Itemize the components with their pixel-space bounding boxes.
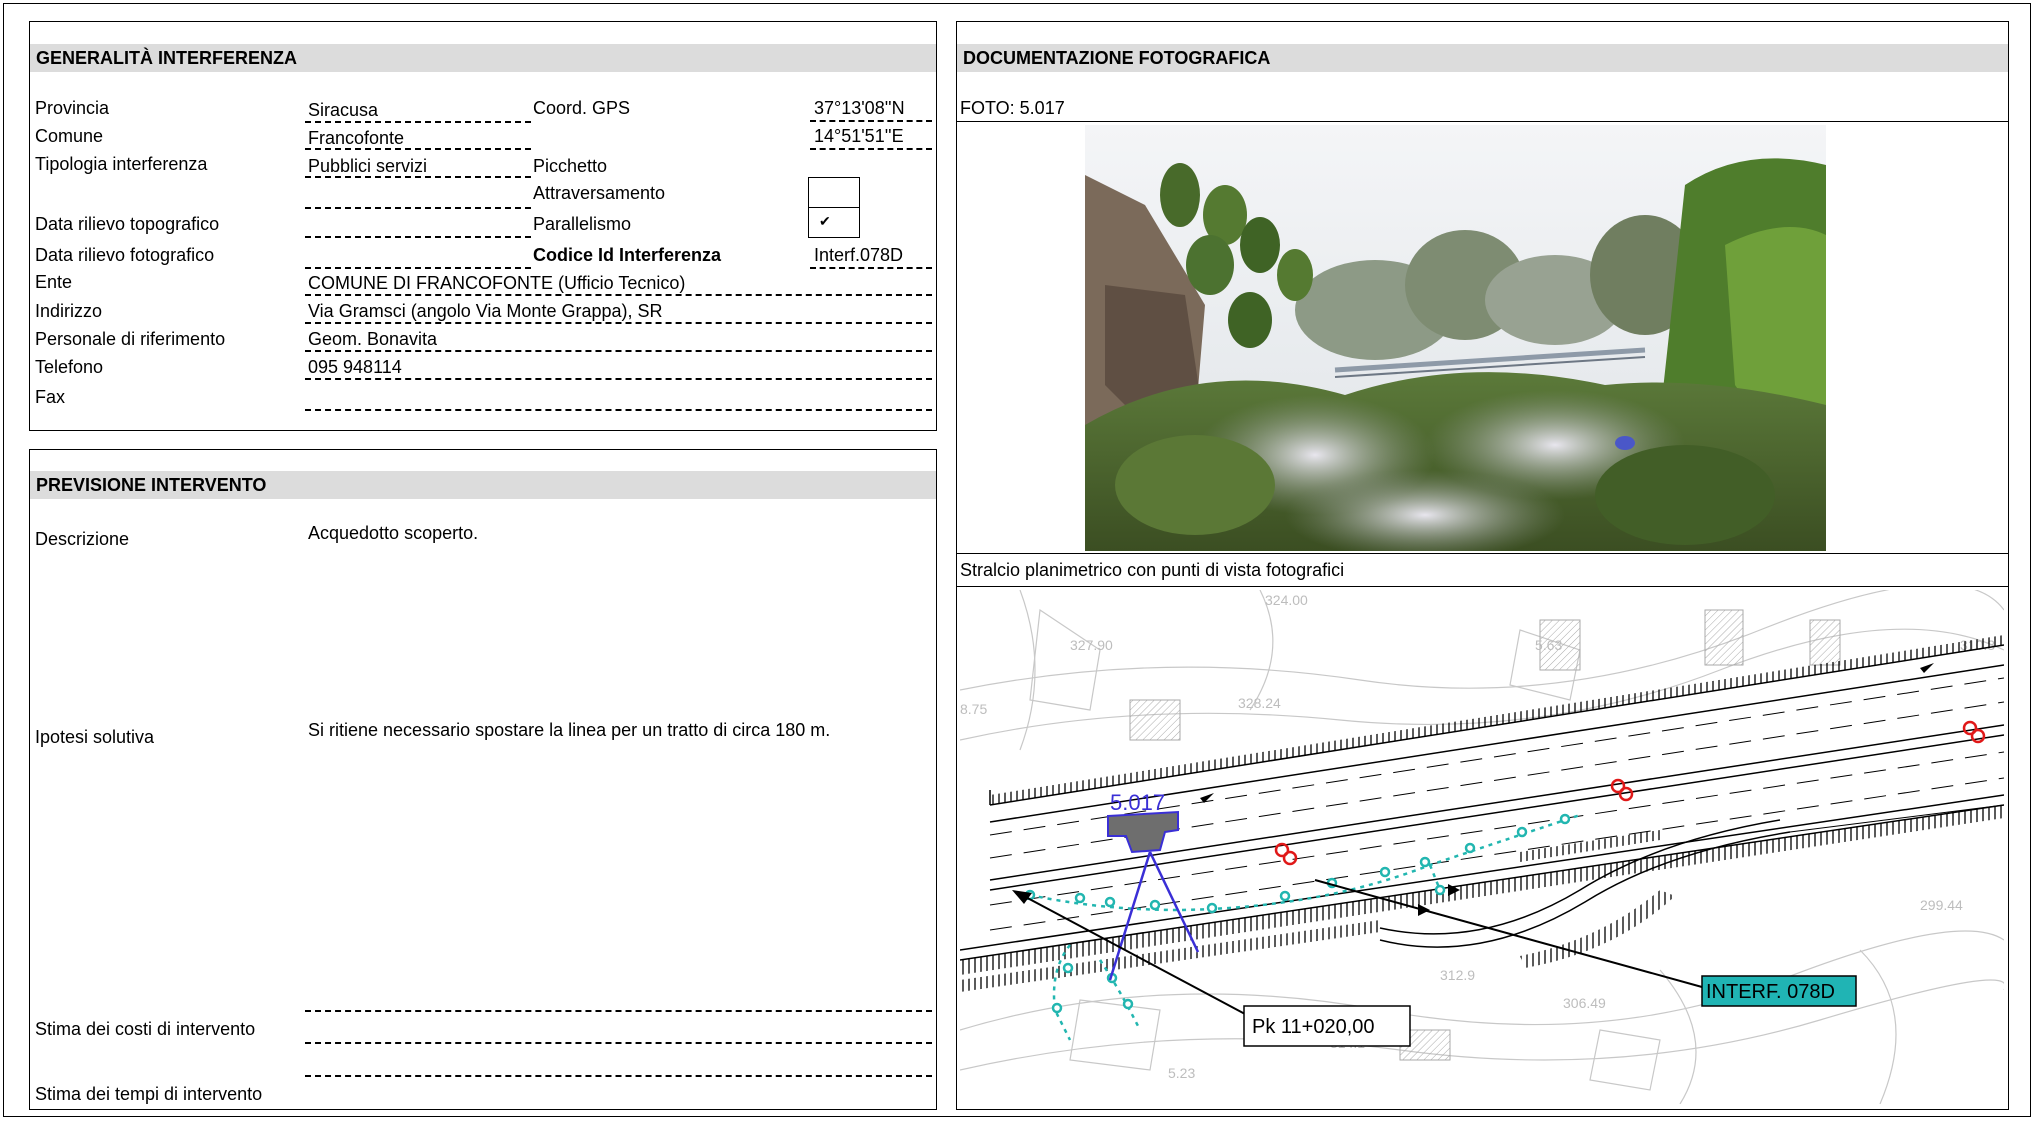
foto-divider xyxy=(957,121,2008,122)
data-foto-line xyxy=(305,267,531,269)
costi-line xyxy=(305,1042,932,1044)
data-topo-line xyxy=(305,236,531,238)
tipologia-value: Pubblici servizi xyxy=(308,156,428,176)
spot-height-10: 5.63 xyxy=(1535,637,1562,653)
provincia-line xyxy=(305,121,531,123)
costi-label: Stima dei costi di intervento xyxy=(35,1019,256,1039)
documentazione-title: DOCUMENTAZIONE FOTOGRAFICA xyxy=(957,44,2008,72)
interference-label-text: INTERF. 078D xyxy=(1706,981,1835,1003)
site-photo xyxy=(1085,125,1826,551)
ente-value: COMUNE DI FRANCOFONTE (Ufficio Tecnico) xyxy=(308,273,686,293)
indirizzo-line xyxy=(305,322,932,324)
codice-line xyxy=(810,267,932,269)
descrizione-value: Acquedotto scoperto. xyxy=(308,523,479,543)
ipotesi-value: Si ritiene necessario spostare la linea … xyxy=(308,720,831,740)
picchetto-label: Picchetto xyxy=(533,156,608,176)
pk-label-text: Pk 11+020,00 xyxy=(1252,1016,1375,1038)
ente-label: Ente xyxy=(35,272,73,292)
spot-height-4: 312.9 xyxy=(1440,967,1475,983)
comune-value: Francofonte xyxy=(308,128,405,148)
personale-line xyxy=(305,350,932,352)
personale-value: Geom. Bonavita xyxy=(308,329,438,349)
telefono-value: 095 948114 xyxy=(308,357,402,377)
photo-point-label: 5.017 xyxy=(1110,790,1165,815)
stralcio-label: Stralcio planimetrico con punti di vista… xyxy=(960,560,1345,580)
data-topo-line-upper xyxy=(305,207,531,209)
comune-line xyxy=(305,148,531,150)
spot-height-1: 327.90 xyxy=(1070,637,1113,653)
data-foto-label: Data rilievo fotografico xyxy=(35,245,215,265)
interference-label: INTERF. 078D xyxy=(1701,975,1857,1007)
gps-lon-line xyxy=(810,148,932,150)
stralcio-divider xyxy=(957,586,2008,587)
spot-height-8: 8.75 xyxy=(960,701,987,717)
generalita-panel: GENERALITÀ INTERFERENZA Provincia Siracu… xyxy=(29,21,937,431)
personale-label: Personale di riferimento xyxy=(35,329,226,349)
fax-line xyxy=(305,409,932,411)
parallelismo-checkbox[interactable]: ✔ xyxy=(808,207,860,238)
photo-divider xyxy=(957,553,2008,554)
pk-label: Pk 11+020,00 xyxy=(1243,1005,1411,1047)
foto-label: FOTO: 5.017 xyxy=(960,98,1065,118)
data-topo-label: Data rilievo topografico xyxy=(35,214,220,234)
generalita-title: GENERALITÀ INTERFERENZA xyxy=(30,44,936,72)
previsione-panel: PREVISIONE INTERVENTO Descrizione Acqued… xyxy=(29,449,937,1110)
parallelismo-label: Parallelismo xyxy=(533,214,632,234)
descrizione-label: Descrizione xyxy=(35,529,130,549)
spot-height-9: 299.44 xyxy=(1920,897,1963,913)
gps-lat-value: 37°13'08''N xyxy=(814,98,905,118)
tipologia-label: Tipologia interferenza xyxy=(35,154,208,174)
tipologia-line xyxy=(305,176,531,178)
gps-label: Coord. GPS xyxy=(533,98,631,118)
provincia-value: Siracusa xyxy=(308,100,379,120)
fax-label: Fax xyxy=(35,387,66,407)
indirizzo-label: Indirizzo xyxy=(35,301,103,321)
codice-value: Interf.078D xyxy=(814,245,904,265)
tempi-label: Stima dei tempi di intervento xyxy=(35,1084,263,1104)
spot-height-5: 306.49 xyxy=(1563,995,1606,1011)
spot-height-7: 5.23 xyxy=(1168,1065,1195,1081)
documentazione-panel: DOCUMENTAZIONE FOTOGRAFICA FOTO: 5.017 S… xyxy=(956,21,2009,1110)
check-icon: ✔ xyxy=(819,213,831,229)
interf-leader xyxy=(1314,879,1703,988)
codice-label: Codice Id Interferenza xyxy=(533,245,722,265)
spot-height-2: 324.00 xyxy=(1265,592,1308,608)
indirizzo-value: Via Gramsci (angolo Via Monte Grappa), S… xyxy=(308,301,663,321)
telefono-label: Telefono xyxy=(35,357,104,377)
ipotesi-label: Ipotesi solutiva xyxy=(35,727,155,747)
gps-lat-line xyxy=(810,120,932,122)
costi-line-upper xyxy=(305,1010,932,1012)
telefono-line xyxy=(305,378,932,380)
site-map: 327.90 324.00 328.24 312.9 306.49 314.1 … xyxy=(960,590,2004,1104)
provincia-label: Provincia xyxy=(35,98,110,118)
comune-label: Comune xyxy=(35,126,104,146)
attraversamento-label: Attraversamento xyxy=(533,183,666,203)
tempi-line-upper xyxy=(305,1075,932,1077)
ente-line xyxy=(305,294,932,296)
previsione-title: PREVISIONE INTERVENTO xyxy=(30,471,936,499)
attraversamento-checkbox[interactable] xyxy=(808,177,860,208)
gps-lon-value: 14°51'51''E xyxy=(814,126,904,146)
spot-height-3: 328.24 xyxy=(1238,695,1281,711)
